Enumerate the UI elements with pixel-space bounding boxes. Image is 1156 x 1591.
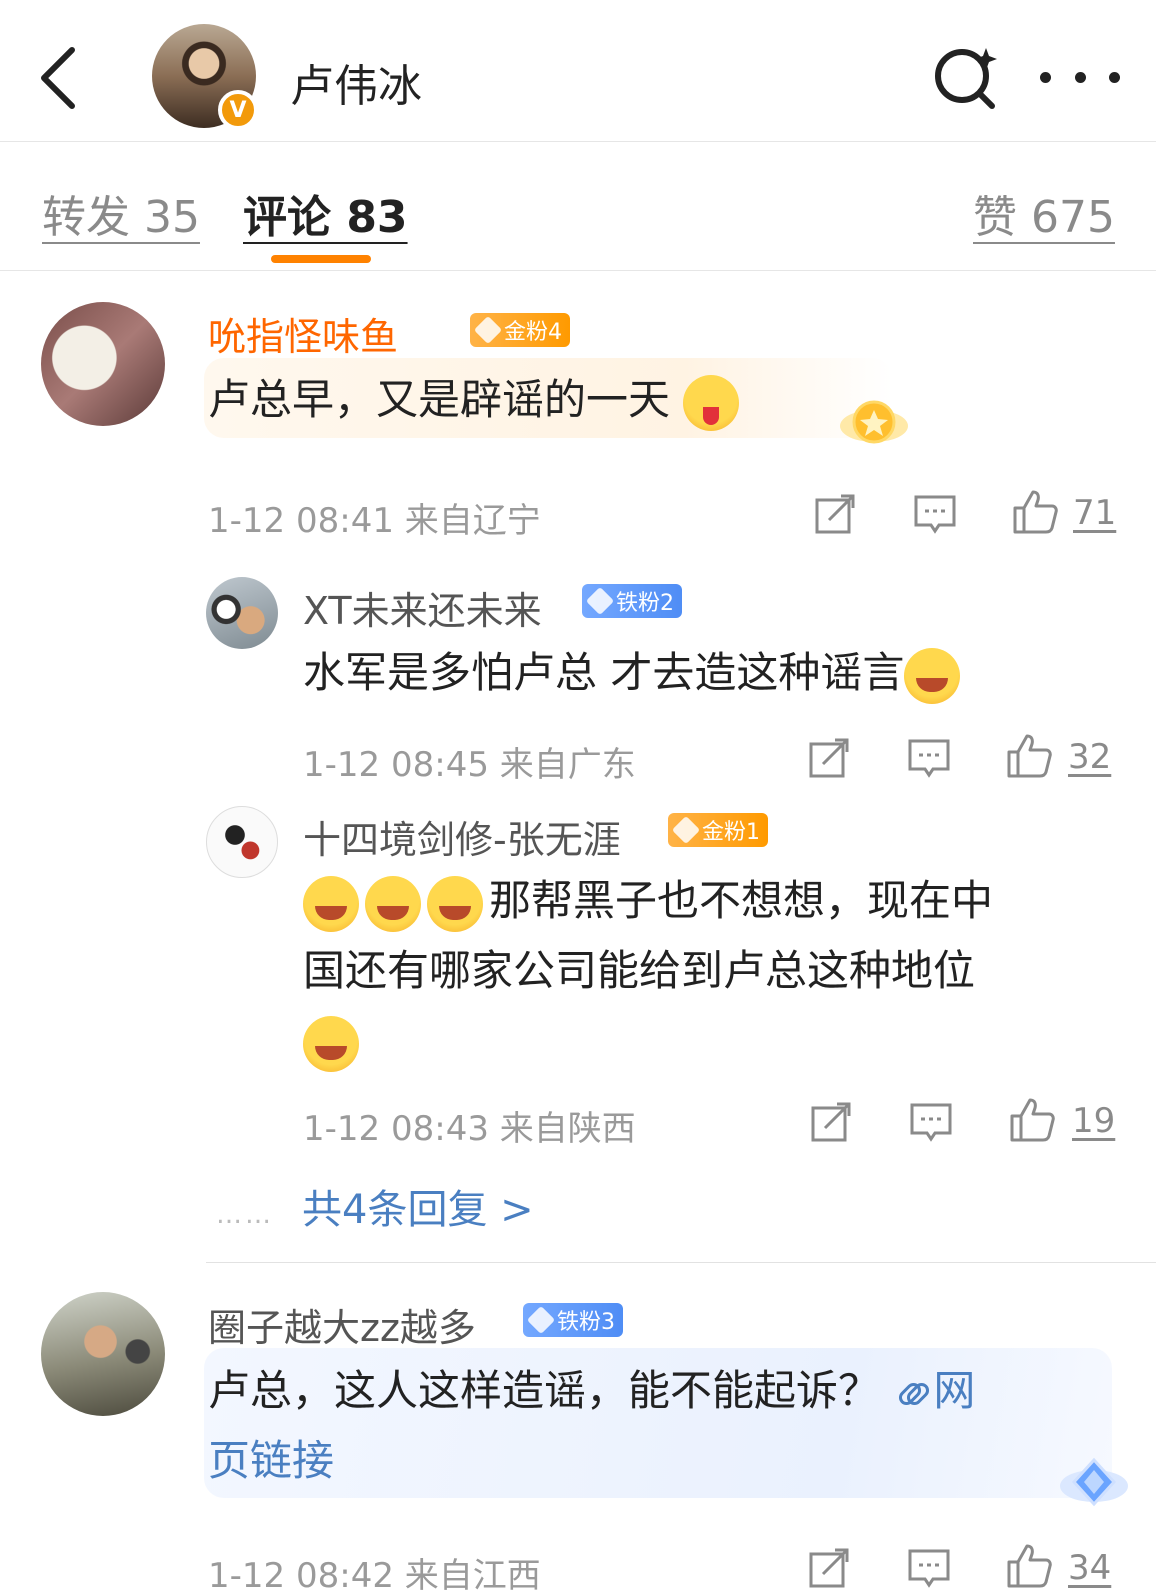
- tab-repost[interactable]: 转发 35: [42, 181, 200, 245]
- reply-meta: 1-12 08:43 来自陕西: [303, 1109, 636, 1149]
- laughing-emoji-icon: [904, 647, 961, 704]
- like-icon[interactable]: [1005, 732, 1053, 780]
- comment-meta: 1-12 08:42 来自江西: [208, 1556, 541, 1591]
- reply-text: 那帮黑子也不想想，现在中 国还有哪家公司能给到卢总这种地位: [303, 866, 1093, 1076]
- facepalm-laugh-emoji-icon: [427, 875, 483, 932]
- fan-badge: 铁粉3: [523, 1303, 623, 1337]
- avatar[interactable]: [41, 1292, 165, 1416]
- reply-meta: 1-12 08:45 来自广东: [303, 745, 636, 785]
- top-bar: V 卢伟冰: [0, 0, 1156, 142]
- avatar[interactable]: [206, 577, 278, 649]
- like-icon[interactable]: [1008, 1096, 1056, 1144]
- comment-meta: 1-12 08:41 来自辽宁: [208, 501, 541, 541]
- divider: [206, 1262, 1156, 1263]
- comment-icon[interactable]: [909, 1100, 953, 1144]
- share-icon[interactable]: [813, 492, 857, 536]
- tab-comments[interactable]: 评论 83: [243, 181, 408, 245]
- comment-text: 卢总，这人这样造谣，能不能起诉？ 网 页链接: [208, 1366, 976, 1485]
- more-options-button[interactable]: [1040, 52, 1120, 102]
- avatar[interactable]: [41, 302, 165, 426]
- facepalm-laugh-emoji-icon: [303, 1015, 359, 1072]
- search-icon: [935, 48, 997, 109]
- share-icon[interactable]: [809, 1100, 853, 1144]
- reply-dots: ……: [216, 1200, 274, 1230]
- web-link[interactable]: 页链接: [208, 1436, 334, 1485]
- facepalm-laugh-emoji-icon: [303, 875, 359, 932]
- comment-icon[interactable]: [907, 1546, 951, 1590]
- facepalm-laugh-emoji-icon: [365, 875, 421, 932]
- comment-icon[interactable]: [907, 736, 951, 780]
- diamond-medal-icon: [1060, 1457, 1128, 1507]
- like-count: 71: [1073, 493, 1117, 533]
- back-button[interactable]: [28, 38, 88, 118]
- reply-text: 水军是多怕卢总 才去造这种谣言: [303, 638, 966, 708]
- share-icon[interactable]: [807, 1546, 851, 1590]
- commenter-name[interactable]: 圈子越大zz越多: [208, 1297, 476, 1352]
- fan-badge: 铁粉2: [582, 584, 682, 618]
- emoji-icon: [683, 374, 740, 431]
- verified-badge: V: [218, 90, 258, 130]
- comment-text: 卢总早，又是辟谣的一天: [208, 365, 745, 435]
- search-button[interactable]: [930, 42, 1000, 112]
- link-icon: [899, 1382, 930, 1405]
- page-title: 卢伟冰: [290, 61, 422, 112]
- chevron-left-icon: [41, 47, 75, 109]
- fan-badge: 金粉1: [668, 813, 768, 847]
- like-count: 19: [1072, 1101, 1116, 1141]
- like-icon[interactable]: [1011, 488, 1059, 536]
- like-icon[interactable]: [1005, 1542, 1053, 1590]
- avatar[interactable]: [206, 806, 278, 878]
- more-replies-link[interactable]: 共4条回复 >: [302, 1177, 534, 1235]
- fan-badge: 金粉4: [470, 313, 570, 347]
- commenter-name[interactable]: XT未来还未来: [303, 580, 542, 635]
- tab-likes[interactable]: 赞 675: [973, 181, 1115, 245]
- active-tab-indicator: [271, 255, 371, 263]
- comment-icon[interactable]: [913, 492, 957, 536]
- web-link[interactable]: 网: [933, 1366, 975, 1415]
- share-icon[interactable]: [807, 736, 851, 780]
- user-avatar[interactable]: V: [152, 24, 258, 130]
- commenter-name[interactable]: 十四境剑修-张无涯: [303, 809, 621, 864]
- commenter-name[interactable]: 吮指怪味鱼: [208, 306, 398, 361]
- star-medal-icon: [840, 400, 908, 444]
- like-count: 32: [1068, 737, 1112, 777]
- tab-bar: 转发 35 评论 83 赞 675: [0, 143, 1156, 271]
- like-count: 34: [1068, 1548, 1112, 1588]
